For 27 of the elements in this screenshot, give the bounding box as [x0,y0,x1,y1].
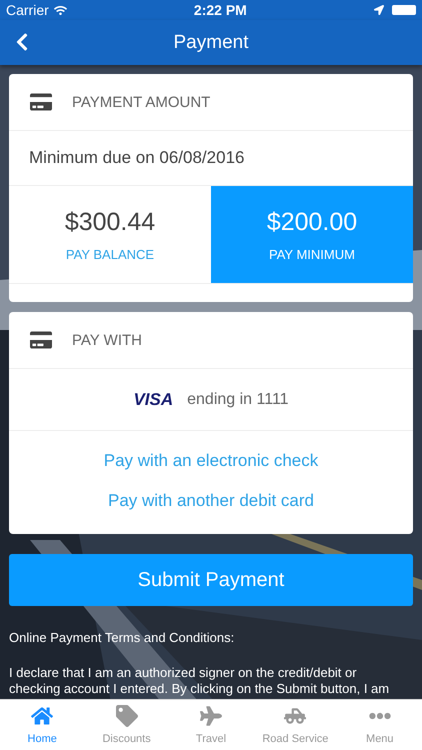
tab-bar-item[interactable]: Discounts [84,700,169,750]
tab-bar-item[interactable]: Road Service [253,700,338,750]
battery-icon [392,5,416,15]
wifi-icon [54,4,67,16]
card-brand-logo: VISA [133,390,174,410]
carrier-name: Carrier [6,2,49,18]
card-ending-text: ending in 1111 [187,390,289,408]
tab-bar-item[interactable]: Menu [338,700,422,750]
minimum-due-text: Minimum due on 06/08/2016 [29,148,244,168]
terms-text: I declare that I am an authorized signer on the credit/debit or checking account I entered. By clicking on the Submit button, I am [9,665,390,697]
home-icon [31,705,54,727]
section-title: PAYMENT AMOUNT [72,94,210,110]
plane-icon [200,705,222,727]
payment-method-link[interactable]: Pay with an electronic check [94,442,328,480]
submit-payment-button[interactable]: Submit Payment [9,554,413,606]
tag-icon [116,705,138,727]
terms-title: Online Payment Terms and Conditions: [9,630,236,645]
tab-bar-item[interactable]: Travel [168,700,254,750]
amount-option[interactable]: $200.00 PAY MINIMUM [211,186,413,283]
location-icon [374,5,384,15]
section-title: PAY WITH [72,332,142,348]
credit-card-icon [30,329,52,351]
payment-method-link[interactable]: Pay with another debit card [98,482,324,520]
credit-card-icon [30,91,52,113]
clock-time: 2:22 PM [194,2,247,18]
tab-bar-item[interactable]: Home [0,700,84,750]
screen-title: Payment [174,32,248,54]
